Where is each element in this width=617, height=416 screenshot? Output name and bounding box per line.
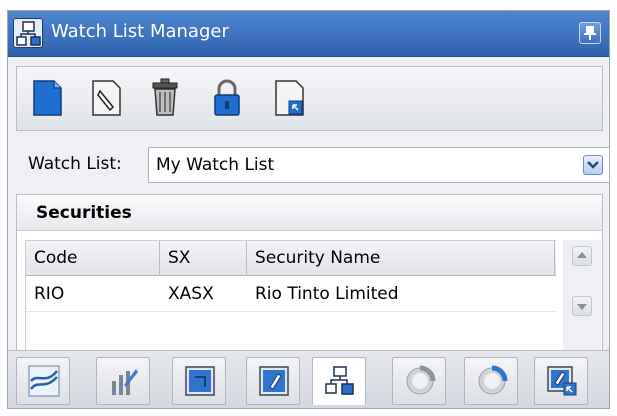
toolbar <box>16 66 603 131</box>
tab-market-depth[interactable] <box>96 357 150 405</box>
tab-chart[interactable] <box>16 357 70 405</box>
lock-watchlist-button[interactable] <box>207 77 247 119</box>
bar-chart-icon <box>112 369 138 395</box>
table-header: Code SX Security Name <box>26 240 556 276</box>
column-header-code[interactable]: Code <box>26 241 160 276</box>
export-watchlist-button[interactable] <box>269 77 309 119</box>
line-chart-icon <box>28 365 60 397</box>
tab-window-3[interactable] <box>534 357 588 405</box>
new-document-icon <box>33 80 62 116</box>
gauge-icon <box>406 365 436 395</box>
column-header-sx[interactable]: SX <box>160 241 247 276</box>
move-down-button[interactable] <box>572 296 592 316</box>
row-order-controls <box>563 240 601 358</box>
window-title: Watch List Manager <box>51 21 229 42</box>
network-icon <box>325 366 354 395</box>
chevron-down-icon[interactable] <box>583 155 603 175</box>
move-up-button[interactable] <box>572 246 592 266</box>
watch-list-select[interactable]: My Watch List <box>148 147 610 183</box>
trash-icon <box>152 78 178 116</box>
delete-watchlist-button[interactable] <box>145 77 185 119</box>
securities-title: Securities <box>36 203 132 223</box>
new-watchlist-button[interactable] <box>27 77 67 119</box>
title-bar[interactable]: Watch List Manager <box>8 11 609 57</box>
gauge-color-icon <box>478 365 508 395</box>
tab-window-2[interactable] <box>246 357 300 405</box>
edit-watchlist-button[interactable] <box>86 77 126 119</box>
tab-watchlist[interactable] <box>312 357 366 405</box>
window-icon <box>185 366 215 396</box>
cell-code: RIO <box>34 284 65 304</box>
watch-list-manager-window: Watch List Manager Watch List: My Watch … <box>7 10 610 409</box>
lock-icon <box>214 79 240 116</box>
window-edit-icon <box>259 366 289 396</box>
securities-header: Securities <box>17 195 602 231</box>
network-icon <box>13 18 43 48</box>
securities-panel: Securities Code SX Security Name RIO XAS… <box>16 194 603 359</box>
arrow-up-icon <box>577 252 587 258</box>
watch-list-label: Watch List: <box>28 154 122 174</box>
cell-security-name: Rio Tinto Limited <box>255 284 399 304</box>
cell-sx: XASX <box>168 284 214 304</box>
column-header-security-name[interactable]: Security Name <box>247 241 555 276</box>
watch-list-selected-value: My Watch List <box>156 155 275 175</box>
arrow-down-icon <box>577 304 587 310</box>
table-row[interactable]: RIO XASX Rio Tinto Limited <box>26 276 556 312</box>
edit-document-icon <box>92 80 121 116</box>
tab-gauge-2[interactable] <box>464 357 518 405</box>
bottom-tab-bar <box>8 350 609 408</box>
export-document-icon <box>275 80 304 116</box>
tab-gauge-1[interactable] <box>392 357 446 405</box>
tab-window-1[interactable] <box>172 357 226 405</box>
securities-table: Code SX Security Name RIO XASX Rio Tinto… <box>25 240 556 358</box>
pin-icon[interactable] <box>579 22 601 44</box>
window-link-icon <box>547 366 577 396</box>
